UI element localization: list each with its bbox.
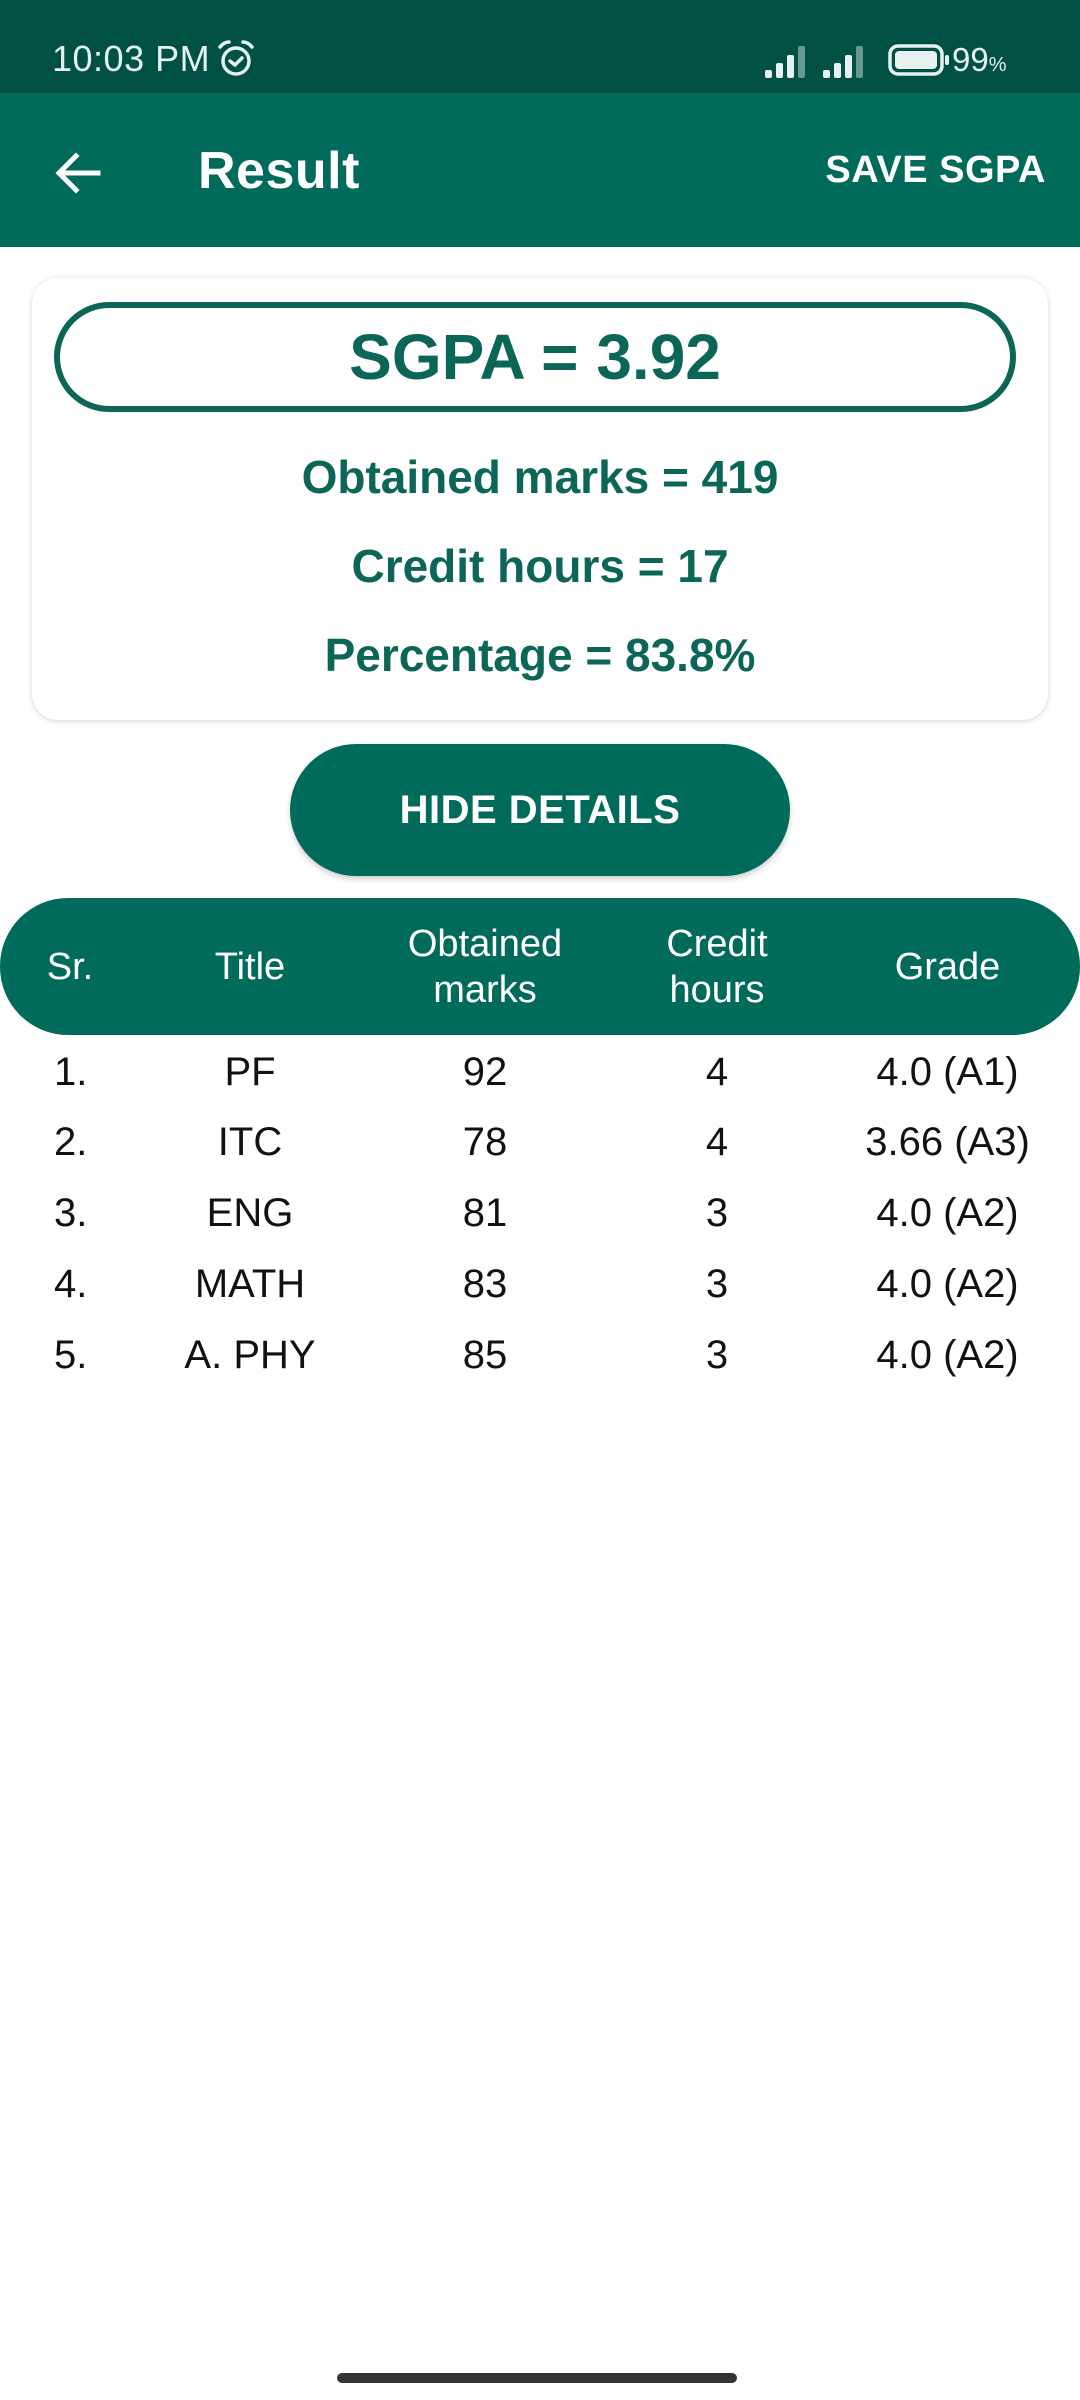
cell-sr: 4. xyxy=(54,1261,88,1306)
obtained-marks-total: Obtained marks = 419 xyxy=(301,451,779,503)
cell-marks: 92 xyxy=(462,1049,508,1094)
cell-marks: 78 xyxy=(462,1119,508,1164)
cell-marks: 85 xyxy=(462,1332,508,1377)
cell-credits: 3 xyxy=(705,1332,729,1377)
app-bar: Result SAVE SGPA xyxy=(0,93,1080,247)
alarm-clock-icon xyxy=(218,40,254,76)
cell-grade: 4.0 (A2) xyxy=(876,1190,1019,1235)
hide-details-button[interactable]: HIDE DETAILS xyxy=(290,744,790,876)
cell-credits: 3 xyxy=(705,1261,729,1306)
table-row: 5. A. PHY 85 3 4.0 (A2) xyxy=(0,1320,1080,1390)
header-sr: Sr. xyxy=(46,945,94,988)
cell-title: PF xyxy=(224,1049,276,1094)
cell-credits: 3 xyxy=(705,1190,729,1235)
cell-grade: 4.0 (A2) xyxy=(876,1261,1019,1306)
cell-credits: 4 xyxy=(705,1119,729,1164)
table-header: Sr. Title Obtained marks Credit hours Gr… xyxy=(0,898,1080,1035)
signal-sim2-icon xyxy=(823,46,863,78)
header-credit-hours: Credit hours xyxy=(666,922,768,1011)
table-row: 1. PF 92 4 4.0 (A1) xyxy=(0,1037,1080,1107)
cell-title: MATH xyxy=(194,1261,306,1306)
save-sgpa-button[interactable]: SAVE SGPA xyxy=(825,149,1046,192)
table-row: 3. ENG 81 3 4.0 (A2) xyxy=(0,1178,1080,1248)
home-indicator[interactable] xyxy=(337,2373,737,2383)
cell-credits: 4 xyxy=(705,1049,729,1094)
cell-sr: 1. xyxy=(54,1049,88,1094)
cell-marks: 83 xyxy=(462,1261,508,1306)
cell-grade: 4.0 (A1) xyxy=(876,1049,1019,1094)
cell-title: A. PHY xyxy=(184,1332,316,1377)
status-time: 10:03 PM xyxy=(52,38,211,79)
table-row: 2. ITC 78 4 3.66 (A3) xyxy=(0,1107,1080,1177)
battery-percent: 99% xyxy=(952,41,1007,78)
signal-sim1-icon xyxy=(765,46,805,78)
cell-grade: 3.66 (A3) xyxy=(865,1119,1030,1164)
arrow-back-icon[interactable] xyxy=(48,143,108,203)
summary-card: SGPA = 3.92 Obtained marks = 419 Credit … xyxy=(32,278,1048,720)
percentage-value: Percentage = 83.8% xyxy=(324,629,756,681)
credit-hours-total: Credit hours = 17 xyxy=(351,540,729,592)
cell-title: ITC xyxy=(217,1119,283,1164)
header-obtained-marks: Obtained marks xyxy=(407,922,563,1011)
cell-title: ENG xyxy=(206,1190,294,1235)
battery-icon xyxy=(888,44,949,76)
page-title: Result xyxy=(198,142,360,200)
cell-grade: 4.0 (A2) xyxy=(876,1332,1019,1377)
sgpa-value: SGPA = 3.92 xyxy=(54,302,1016,412)
cell-sr: 3. xyxy=(54,1190,88,1235)
cell-marks: 81 xyxy=(462,1190,508,1235)
status-bar: 10:03 PM 99% xyxy=(0,0,1080,93)
header-title: Title xyxy=(214,945,286,988)
header-grade: Grade xyxy=(894,945,1001,988)
table-row: 4. MATH 83 3 4.0 (A2) xyxy=(0,1249,1080,1319)
cell-sr: 5. xyxy=(54,1332,88,1377)
cell-sr: 2. xyxy=(54,1119,88,1164)
